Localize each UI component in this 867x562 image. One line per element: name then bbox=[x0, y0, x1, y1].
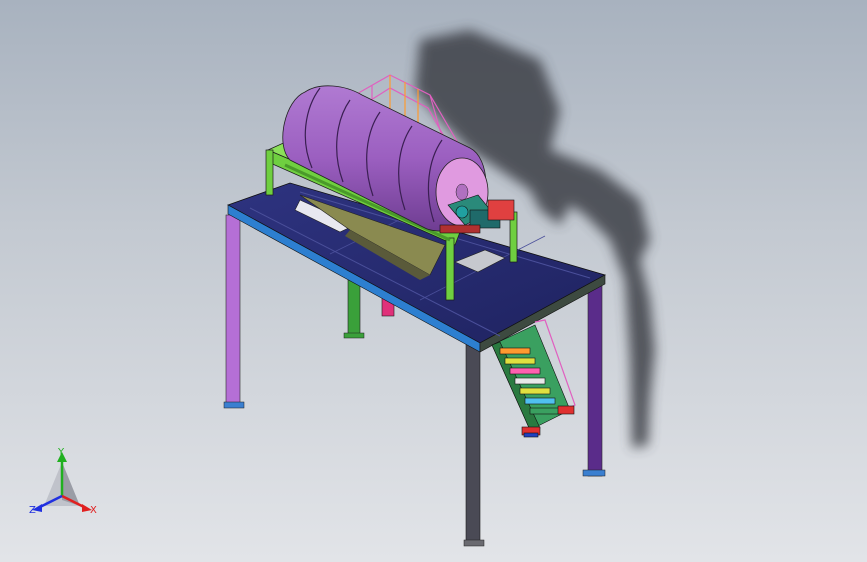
leg-front-left bbox=[465, 339, 481, 546]
leg-rear-left bbox=[225, 214, 241, 408]
orientation-triad[interactable]: Y X Z bbox=[22, 448, 112, 526]
x-axis-label: X bbox=[90, 505, 97, 516]
3d-viewport[interactable]: Y X Z bbox=[0, 0, 867, 562]
leg-front-right bbox=[587, 279, 603, 477]
z-axis-label: Z bbox=[29, 505, 36, 516]
model-scene[interactable] bbox=[0, 0, 867, 562]
leg-center-green bbox=[347, 277, 361, 337]
y-axis-label: Y bbox=[58, 447, 65, 458]
